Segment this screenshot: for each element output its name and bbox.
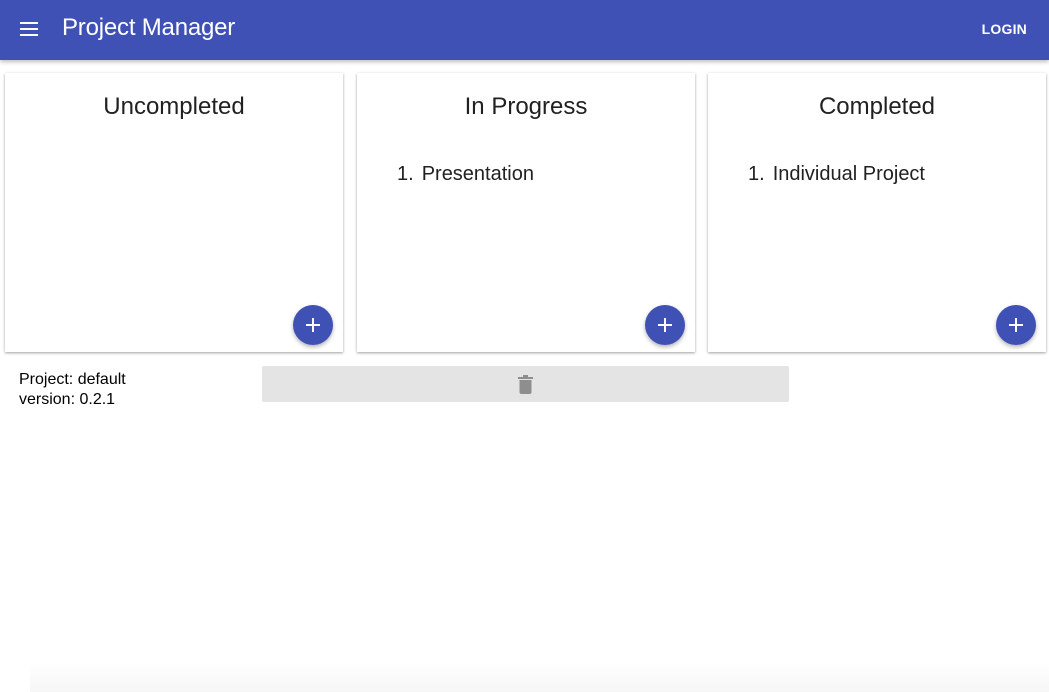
- bottom-shadow: [30, 662, 1049, 692]
- task-index: 1.: [748, 163, 765, 185]
- project-info: Project: default version: 0.2.1: [19, 370, 126, 410]
- trash-icon: [518, 375, 533, 394]
- add-task-button[interactable]: [996, 305, 1036, 345]
- add-task-button[interactable]: [645, 305, 685, 345]
- menu-icon[interactable]: [20, 20, 40, 38]
- task-name: Presentation: [421, 163, 534, 185]
- column-title: In Progress: [464, 93, 588, 120]
- plus-icon: [658, 318, 672, 332]
- task-index: 1.: [397, 163, 414, 185]
- add-task-button[interactable]: [293, 305, 333, 345]
- task-item[interactable]: 1. Individual Project: [748, 160, 925, 188]
- project-name: Project: default: [19, 371, 126, 388]
- task-name: Individual Project: [772, 163, 925, 185]
- app-bar: Project Manager LOGIN: [0, 0, 1049, 60]
- delete-drop-zone[interactable]: [262, 366, 789, 402]
- column-title: Uncompleted: [103, 93, 245, 120]
- plus-icon: [306, 318, 320, 332]
- column-completed: Completed 1. Individual Project: [708, 73, 1046, 352]
- task-list: 1. Individual Project: [748, 160, 925, 188]
- task-list: 1. Presentation: [397, 160, 534, 188]
- column-uncompleted: Uncompleted: [5, 73, 343, 352]
- column-title: Completed: [818, 93, 936, 120]
- version-label: version: 0.2.1: [19, 391, 116, 408]
- app-title: Project Manager: [62, 14, 236, 41]
- login-button[interactable]: LOGIN: [982, 19, 1027, 39]
- column-in-progress: In Progress 1. Presentation: [357, 73, 695, 352]
- plus-icon: [1009, 318, 1023, 332]
- task-item[interactable]: 1. Presentation: [397, 160, 534, 188]
